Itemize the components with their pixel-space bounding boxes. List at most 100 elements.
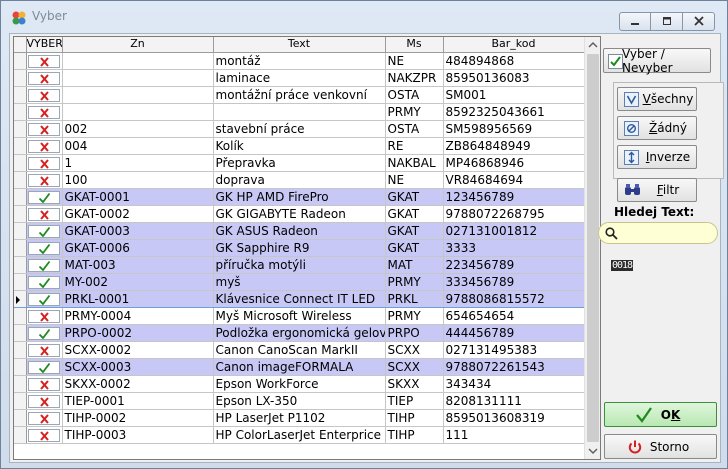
unchecked-checkbox[interactable] (28, 139, 60, 153)
ms-cell[interactable]: TIEP (385, 392, 444, 410)
row-indicator[interactable] (14, 289, 27, 308)
column-header-vyber[interactable]: VYBER (26, 37, 63, 53)
vyber-cell[interactable] (26, 426, 63, 444)
ms-cell[interactable]: GKAT (385, 205, 444, 223)
table-row[interactable]: SCXX-0003 Canon imageFORMALA SCXX 978807226… (14, 358, 585, 376)
checked-checkbox[interactable] (28, 190, 60, 204)
text-cell[interactable]: Canon CanoScan MarkII (213, 341, 386, 359)
text-cell[interactable]: doprava (213, 171, 386, 189)
unchecked-checkbox[interactable] (28, 156, 60, 170)
bar-kod-cell[interactable]: 8208131111 (443, 392, 585, 410)
table-row[interactable]: 1 Přepravka NAKBAL MP46868946 (14, 154, 585, 172)
ms-cell[interactable]: NE (385, 171, 444, 189)
ms-cell[interactable]: TIHP (385, 426, 444, 444)
text-cell[interactable]: GK Sapphire R9 (213, 239, 386, 257)
column-header-zn[interactable]: Zn (62, 37, 214, 53)
table-row[interactable]: montáž NE 484894868 (14, 52, 585, 70)
table-row[interactable]: GKAT-0001 GK HP AMD FirePro GKAT 123456789 (14, 188, 585, 206)
ms-cell[interactable]: GKAT (385, 222, 444, 240)
unchecked-checkbox[interactable] (28, 343, 60, 357)
vyber-cell[interactable] (26, 188, 63, 206)
ms-cell[interactable]: PRMY (385, 103, 444, 121)
table-row[interactable]: SKXX-0002 Epson WorkForce SKXX 343434 (14, 375, 585, 393)
vyber-cell[interactable] (26, 341, 63, 359)
text-cell[interactable]: HP ColorLaserJet Enterprice (213, 426, 386, 444)
unchecked-checkbox[interactable] (28, 88, 60, 102)
checked-checkbox[interactable] (28, 224, 60, 238)
table-row[interactable]: montážní práce venkovní OSTA SM001 (14, 86, 585, 104)
bar-kod-cell[interactable]: ZB864848949 (443, 137, 585, 155)
ms-cell[interactable]: NE (385, 52, 444, 70)
row-indicator[interactable] (14, 171, 27, 189)
table-row[interactable]: GKAT-0002 GK GIGABYTE Radeon GKAT 978807226… (14, 205, 585, 223)
zn-cell[interactable] (62, 52, 214, 70)
table-row[interactable]: TIHP-0003 HP ColorLaserJet Enterprice TIHP… (14, 426, 585, 444)
unchecked-checkbox[interactable] (28, 173, 60, 187)
text-cell[interactable]: Podložka ergonomická gelová (213, 324, 386, 342)
table-row[interactable]: TIHP-0002 HP LaserJet P1102 TIHP 8595013608… (14, 409, 585, 427)
row-indicator[interactable] (14, 69, 27, 87)
vyber-cell[interactable] (26, 239, 63, 257)
row-indicator[interactable] (14, 222, 27, 240)
row-indicator[interactable] (14, 307, 27, 325)
text-cell[interactable]: Epson WorkForce (213, 375, 386, 393)
zn-cell[interactable]: GKAT-0001 (62, 188, 214, 206)
bar-kod-cell[interactable]: 027131001812 (443, 222, 585, 240)
vyber-cell[interactable] (26, 392, 63, 410)
ms-cell[interactable]: GKAT (385, 188, 444, 206)
row-indicator[interactable] (14, 52, 27, 70)
row-indicator[interactable] (14, 86, 27, 104)
ok-button[interactable]: OK (604, 402, 717, 427)
unchecked-checkbox[interactable] (28, 428, 60, 442)
text-cell[interactable]: stavební práce (213, 120, 386, 138)
zadny-button[interactable]: Žádný (617, 116, 697, 140)
unchecked-checkbox[interactable] (28, 54, 60, 68)
zn-cell[interactable] (62, 86, 214, 104)
bar-kod-cell[interactable]: 9788072261543 (443, 358, 585, 376)
vyber-nevyber-button[interactable]: Vyber / Nevyber (603, 47, 711, 75)
bar-kod-cell[interactable]: 484894868 (443, 52, 585, 70)
unchecked-checkbox[interactable] (28, 377, 60, 391)
zn-cell[interactable]: GKAT-0002 (62, 205, 214, 223)
bar-kod-cell[interactable]: 444456789 (443, 324, 585, 342)
table-row[interactable]: 002 stavební práce OSTA SM598956569 (14, 120, 585, 138)
vyber-cell[interactable] (26, 154, 63, 172)
ms-cell[interactable]: NAKZPR (385, 69, 444, 87)
maximize-button[interactable] (651, 12, 683, 31)
vyber-cell[interactable] (26, 256, 63, 274)
text-cell[interactable]: GK GIGABYTE Radeon (213, 205, 386, 223)
filtr-button[interactable]: Filtr (617, 178, 697, 202)
table-row[interactable]: TIEP-0001 Epson LX-350 TIEP 8208131111 (14, 392, 585, 410)
search-input[interactable] (621, 225, 713, 241)
storno-button[interactable]: Storno (604, 434, 717, 459)
text-cell[interactable]: GK ASUS Radeon (213, 222, 386, 240)
ms-cell[interactable]: SKXX (385, 375, 444, 393)
table-row[interactable]: PRMY 8592325043661 (14, 103, 585, 121)
ms-cell[interactable]: PRKL (385, 289, 444, 308)
scrollbar-thumb[interactable] (587, 54, 599, 442)
vyber-cell[interactable] (26, 120, 63, 138)
vyber-cell[interactable] (26, 273, 63, 291)
row-indicator[interactable] (14, 188, 27, 206)
vyber-cell[interactable] (26, 307, 63, 325)
zn-cell[interactable]: SCXX-0003 (62, 358, 214, 376)
row-indicator[interactable] (14, 103, 27, 121)
table-row[interactable]: GKAT-0006 GK Sapphire R9 GKAT 3333 (14, 239, 585, 257)
unchecked-checkbox[interactable] (28, 309, 60, 323)
zn-cell[interactable]: PRMY-0004 (62, 307, 214, 325)
checked-checkbox[interactable] (28, 241, 60, 255)
text-cell[interactable] (213, 103, 386, 121)
bar-kod-cell[interactable]: MP46868946 (443, 154, 585, 172)
ms-cell[interactable]: PRPO (385, 324, 444, 342)
bar-kod-cell[interactable]: 8595013608319 (443, 409, 585, 427)
table-row[interactable]: MAT-003 příručka motýli MAT 223456789 (14, 256, 585, 274)
unchecked-checkbox[interactable] (28, 122, 60, 136)
row-indicator[interactable] (14, 392, 27, 410)
ms-cell[interactable]: SCXX (385, 341, 444, 359)
scroll-down-arrow-icon[interactable] (585, 442, 601, 459)
vyber-cell[interactable] (26, 103, 63, 121)
unchecked-checkbox[interactable] (28, 394, 60, 408)
zn-cell[interactable] (62, 103, 214, 121)
checked-checkbox[interactable] (28, 258, 60, 272)
column-header-bar-kod[interactable]: Bar_kod (443, 37, 585, 53)
